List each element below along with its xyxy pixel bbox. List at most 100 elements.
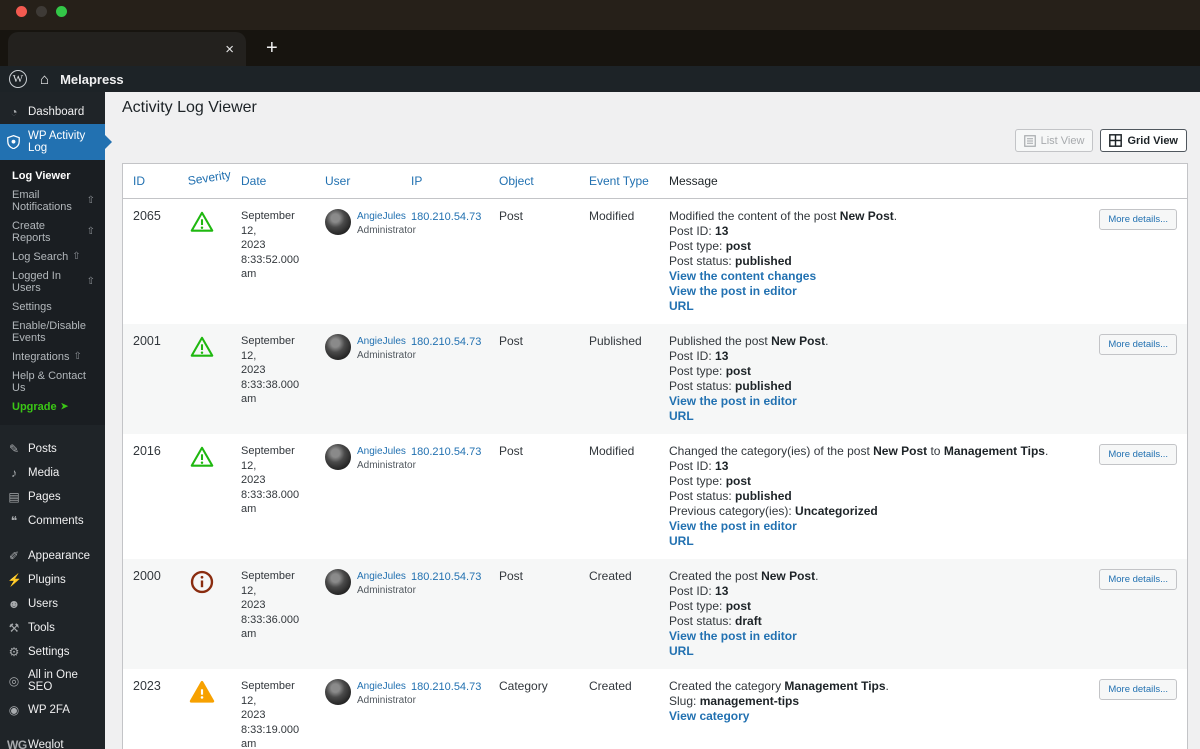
sidebar-item-tools[interactable]: ⚒ Tools [0,616,105,640]
submenu-item-label: Log Search [12,250,69,263]
table-header-row: ID Severity Date User IP Object Event Ty… [123,164,1187,199]
event-object: Category [499,679,548,693]
ip-link[interactable]: 180.210.54.73 [411,446,481,458]
column-header-date[interactable]: Date [231,164,315,199]
message-link[interactable]: View the post in editor [669,629,1089,644]
content-area: Activity Log Viewer List View Grid View … [105,92,1200,749]
ip-link[interactable]: 180.210.54.73 [411,681,481,693]
sidebar-item-comments[interactable]: ❝ Comments [0,509,105,533]
user-name-link[interactable]: AngieJules [357,446,416,458]
site-name-link[interactable]: Melapress [60,72,124,87]
message-link[interactable]: View the post in editor [669,394,1089,409]
submenu-item-log-search[interactable]: Log Search ⇧ [0,247,105,266]
event-id: 2001 [133,334,161,348]
home-icon[interactable]: ⌂ [40,71,49,88]
sidebar-item-wp-activity-log[interactable]: WP Activity Log [0,124,112,160]
message-link[interactable]: View the content changes [669,269,1089,284]
message-link[interactable]: View the post in editor [669,519,1089,534]
grid-view-button[interactable]: Grid View [1100,129,1187,152]
submenu-item-enable-disable-events[interactable]: Enable/Disable Events [0,316,105,347]
message-link[interactable]: URL [669,299,1089,314]
submenu-item-help-contact-us[interactable]: Help & Contact Us [0,366,105,397]
message-line: Post status: published [669,489,792,503]
log-row: 2065 September 12, 2023 8:33:52.000 am Ang… [123,199,1187,325]
message-link[interactable]: URL [669,644,1089,659]
traffic-lights [16,6,67,17]
users-icon: ☻ [7,597,21,611]
sidebar-item-plugins[interactable]: ⚡ Plugins [0,568,105,592]
more-details-button[interactable]: More details... [1099,569,1177,590]
ip-link[interactable]: 180.210.54.73 [411,336,481,348]
submenu-item-log-viewer[interactable]: Log Viewer [0,166,105,185]
submenu-item-logged-in-users[interactable]: Logged In Users ⇧ [0,266,105,297]
close-window-button[interactable] [16,6,27,17]
submenu-item-email-notifications[interactable]: Email Notifications ⇧ [0,185,105,216]
column-header-event-type[interactable]: Event Type [579,164,659,199]
premium-icon: ⇧ [86,226,95,237]
column-header-user[interactable]: User [315,164,401,199]
more-details-button[interactable]: More details... [1099,444,1177,465]
close-tab-icon[interactable]: × [225,42,234,57]
user-name-link[interactable]: AngieJules [357,681,416,693]
event-ip: 180.210.54.73 [401,324,489,434]
submenu-item-settings[interactable]: Settings [0,297,105,316]
sidebar-item-label: Appearance [28,550,91,562]
sidebar-item-weglot[interactable]: WG Weglot [0,733,105,749]
more-details-button[interactable]: More details... [1099,209,1177,230]
event-date: September 12, 2023 8:33:52.000 am [241,210,300,280]
sidebar-item-label: Media [28,467,60,479]
submenu-item-upgrade[interactable]: Upgrade ➤ [0,397,105,416]
sidebar-item-pages[interactable]: ▤ Pages [0,485,105,509]
sidebar-item-posts[interactable]: ✎ Posts [0,437,105,461]
submenu-item-label: Enable/Disable Events [12,319,86,344]
sidebar-item-dashboard[interactable]: ◔ Dashboard [0,100,105,124]
submenu-item-label: Upgrade [12,400,57,413]
message-line: Post type: post [669,474,752,488]
event-user: AngieJules Administrator [315,559,416,669]
submenu-item-label: Email Notifications [12,188,72,213]
more-details-button[interactable]: More details... [1099,334,1177,355]
wordpress-logo-icon[interactable]: W [9,70,27,88]
submenu-item-label: Help & Contact Us [12,369,86,394]
column-header-object[interactable]: Object [489,164,579,199]
sidebar-item-wp-2fa[interactable]: ◉ WP 2FA [0,698,105,722]
sidebar-item-all-in-one-seo[interactable]: ◎ All in One SEO [0,664,105,698]
event-message: Modified the content of the post New Pos… [659,199,1187,325]
more-details-button[interactable]: More details... [1099,679,1177,700]
sidebar-item-label: Tools [28,622,55,634]
message-link[interactable]: View category [669,709,1089,724]
user-name-link[interactable]: AngieJules [357,571,416,583]
event-severity [179,324,231,434]
ip-link[interactable]: 180.210.54.73 [411,211,481,223]
pages-icon: ▤ [8,490,20,504]
wp2fa-icon: ◉ [8,703,20,717]
column-header-ip[interactable]: IP [401,164,489,199]
submenu-item-create-reports[interactable]: Create Reports ⇧ [0,216,105,247]
event-message: Created the category Management Tips. Slu… [659,669,1187,749]
ip-link[interactable]: 180.210.54.73 [411,571,481,583]
user-name-link[interactable]: AngieJules [357,336,416,348]
new-tab-button[interactable]: + [266,37,278,60]
list-view-button[interactable]: List View [1014,129,1094,152]
message-line: Post ID: 13 [669,224,729,238]
sidebar-item-users[interactable]: ☻ Users [0,592,105,616]
sidebar-item-media[interactable]: ♪ Media [0,461,105,485]
message-link[interactable]: View the post in editor [669,284,1089,299]
message-link[interactable]: URL [669,409,1089,424]
submenu-item-integrations[interactable]: Integrations ⇧ [0,347,105,366]
column-header-severity[interactable]: Severity [179,164,232,199]
premium-icon: ⇧ [72,251,81,262]
minimize-window-button[interactable] [36,6,47,17]
wp-admin-bar: W ⌂ Melapress [0,66,1200,92]
message-link[interactable]: URL [669,534,1089,549]
log-row: 2023 September 12, 2023 8:33:19.000 am Ang… [123,669,1187,749]
sidebar-item-label: All in One SEO [28,669,78,693]
user-name-link[interactable]: AngieJules [357,211,416,223]
sidebar-item-settings[interactable]: ⚙ Settings [0,640,105,664]
zoom-window-button[interactable] [56,6,67,17]
column-header-id[interactable]: ID [123,164,179,199]
premium-icon: ⇧ [86,195,95,206]
sidebar-item-appearance[interactable]: ✐ Appearance [0,544,105,568]
window-chrome [0,0,1200,30]
browser-tab[interactable]: × [8,32,246,66]
